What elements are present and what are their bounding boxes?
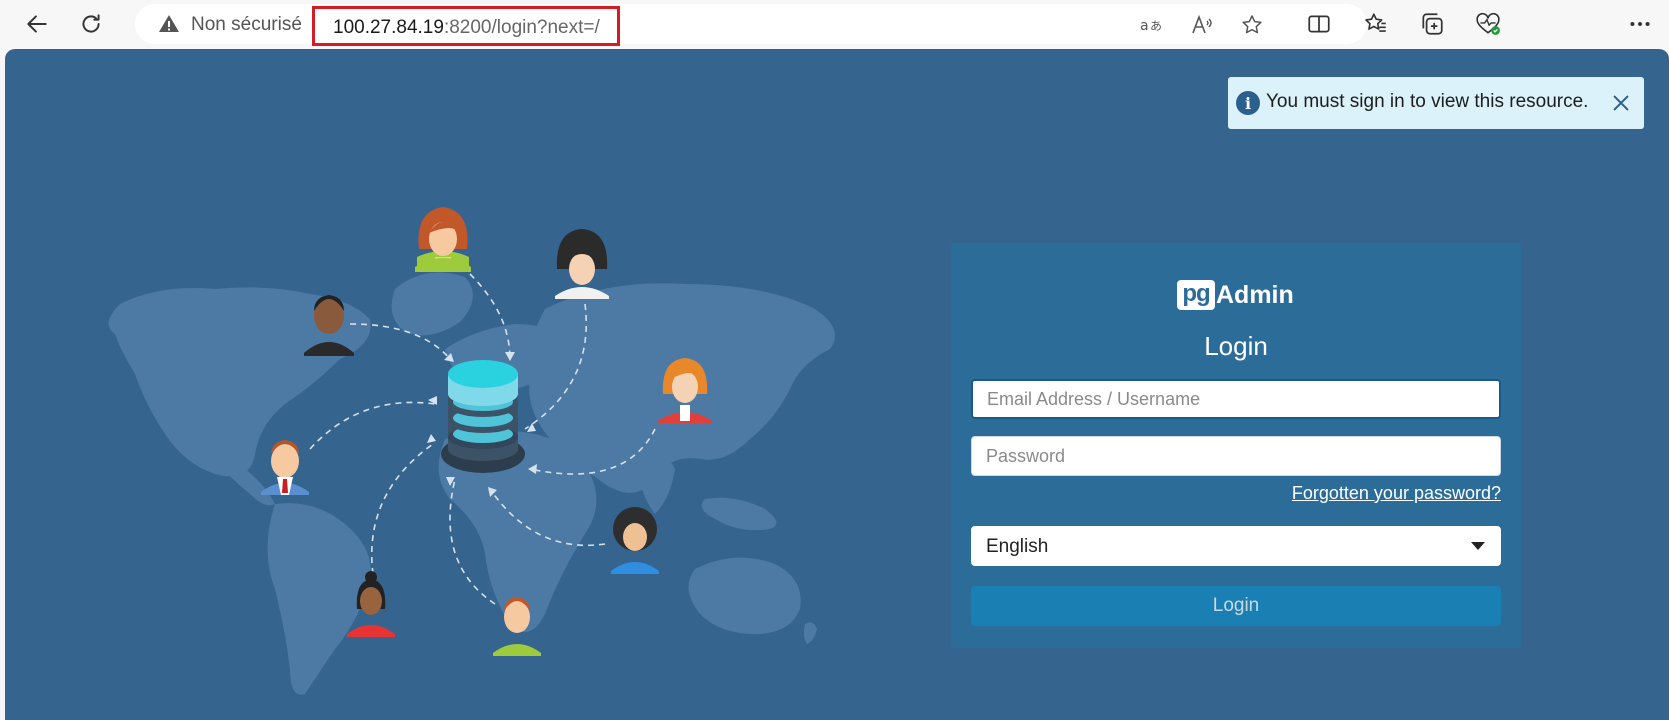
url-text[interactable]: 100.27.84.19:8200/login?next=/ xyxy=(333,17,600,39)
address-bar[interactable]: Non sécurisé 100.27.84.19:8200/login?nex… xyxy=(135,4,1367,46)
svg-text:あ: あ xyxy=(1150,19,1162,33)
login-panel: pg Admin Login Forgotten your password? … xyxy=(951,243,1521,648)
password-field-wrapper xyxy=(971,436,1501,476)
split-screen-button[interactable] xyxy=(1299,4,1339,44)
pgadmin-login-page: i You must sign in to view this resource… xyxy=(5,49,1669,720)
read-aloud-icon[interactable] xyxy=(1189,12,1215,38)
url-path: :8200/login?next=/ xyxy=(443,17,600,38)
back-button[interactable] xyxy=(17,4,57,44)
world-map-illustration xyxy=(108,207,835,695)
avatar-woman-redhead xyxy=(415,207,471,272)
favorites-icon xyxy=(1365,13,1386,32)
caret-down-icon xyxy=(1471,542,1485,550)
email-field-wrapper xyxy=(971,379,1501,419)
collections-button[interactable] xyxy=(1412,4,1452,44)
collections-icon xyxy=(1422,13,1443,35)
security-label[interactable]: Non sécurisé xyxy=(191,14,302,36)
favorites-button[interactable] xyxy=(1356,4,1396,44)
login-title: Login xyxy=(1204,331,1268,361)
arrow-left-icon xyxy=(27,15,47,33)
more-options-button[interactable] xyxy=(1620,4,1660,44)
password-field[interactable] xyxy=(972,437,1500,475)
url-highlight-box: 100.27.84.19:8200/login?next=/ xyxy=(312,6,620,46)
pgadmin-logo: pg Admin xyxy=(1177,279,1294,311)
svg-text:a: a xyxy=(1140,18,1149,34)
language-selected-value: English xyxy=(986,536,1049,557)
browser-essentials-button[interactable] xyxy=(1468,4,1508,44)
logo-badge: pg xyxy=(1177,280,1215,310)
avatar-person-afro xyxy=(611,507,659,574)
email-field[interactable] xyxy=(973,381,1499,417)
split-screen-icon xyxy=(1308,15,1330,33)
avatar-businessman xyxy=(261,440,309,495)
logo-word: Admin xyxy=(1216,280,1294,309)
database-icon xyxy=(441,360,525,473)
forgot-password-link[interactable]: Forgotten your password? xyxy=(1292,483,1501,504)
browser-toolbar: Non sécurisé 100.27.84.19:8200/login?nex… xyxy=(0,0,1669,48)
translate-icon[interactable]: aあ xyxy=(1138,12,1164,38)
refresh-icon xyxy=(82,14,100,33)
avatar-woman-dark-hair xyxy=(555,229,609,299)
login-button[interactable]: Login xyxy=(971,586,1501,626)
refresh-button[interactable] xyxy=(71,4,111,44)
warning-icon xyxy=(159,15,179,32)
more-dots-icon xyxy=(1630,22,1650,26)
info-icon: i xyxy=(1236,91,1260,115)
sign-in-alert: i You must sign in to view this resource… xyxy=(1228,77,1644,129)
world-map xyxy=(108,272,835,695)
favorite-star-icon[interactable] xyxy=(1239,12,1265,38)
close-icon[interactable] xyxy=(1608,90,1634,116)
alert-message: You must sign in to view this resource. xyxy=(1266,91,1589,112)
language-select[interactable]: English xyxy=(971,526,1501,566)
url-host: 100.27.84.19 xyxy=(333,17,444,38)
heart-pulse-icon xyxy=(1476,12,1500,35)
